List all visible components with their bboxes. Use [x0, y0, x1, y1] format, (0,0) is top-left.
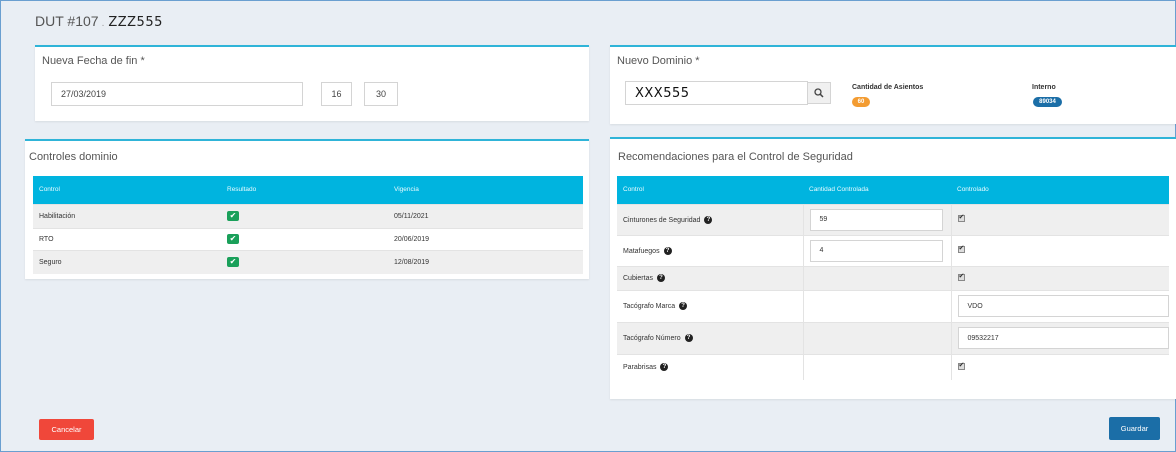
help-icon[interactable]: ? — [660, 363, 669, 372]
controles-panel-title: Controles dominio — [29, 151, 118, 163]
search-icon — [814, 88, 824, 98]
column-header: Cantidad Controlada — [803, 176, 951, 204]
controlado-checkbox[interactable] — [957, 272, 965, 281]
control-label: Parabrisas — [623, 364, 657, 372]
control-cell: Cinturones de Seguridad ? — [617, 203, 803, 235]
table-row: Cubiertas ? — [617, 265, 1169, 290]
table-row: Seguro ✔ 12/08/2019 — [33, 249, 583, 274]
dominio-input[interactable]: XXX555 — [625, 81, 808, 105]
fecha-minute-input[interactable]: 30 — [364, 82, 398, 106]
cancel-button[interactable]: Cancelar — [39, 419, 94, 440]
help-icon[interactable]: ? — [663, 246, 672, 255]
vigencia-cell: 20/06/2019 — [388, 227, 583, 250]
cantidad-cell — [802, 289, 951, 322]
controlado-checkbox[interactable] — [957, 361, 965, 370]
help-icon[interactable]: ? — [656, 274, 665, 282]
recomendaciones-table: Control Cantidad Controlada Controlado C… — [617, 176, 1169, 380]
table-header-row: Control Resultado Vigencia — [33, 176, 583, 204]
controlado-cell — [950, 353, 1169, 380]
fecha-panel: Nueva Fecha de fin * 27/03/2019 16 30 — [35, 45, 589, 121]
control-cell: Tacógrafo Marca ? — [617, 289, 803, 322]
column-header: Control — [33, 176, 221, 204]
page-header: DUT #107 . ZZZ555 — [35, 13, 163, 33]
control-cell: Habilitación — [33, 203, 221, 228]
recomendaciones-panel: Recomendaciones para el Control de Segur… — [610, 137, 1176, 399]
table-row: Matafuegos ? 4 — [617, 234, 1169, 266]
vigencia-cell: 12/08/2019 — [388, 249, 583, 274]
table-row: Tacógrafo Número ? 09532217 — [617, 321, 1169, 354]
table-row: RTO ✔ 20/06/2019 — [33, 227, 583, 250]
dominio-panel-title: Nuevo Dominio * — [617, 55, 700, 67]
table-header-row: Control Cantidad Controlada Controlado — [617, 176, 1169, 204]
check-icon: ✔ — [227, 211, 239, 221]
control-label: Cubiertas — [623, 274, 653, 282]
cantidad-input[interactable]: 4 — [809, 239, 943, 262]
cantidad-cell — [802, 353, 951, 380]
cantidad-cell: 59 — [802, 203, 951, 235]
cantidad-input[interactable]: 59 — [809, 208, 943, 231]
control-cell: Seguro — [33, 249, 221, 274]
interno-badge: 89034 — [1033, 97, 1062, 107]
controlado-cell — [950, 234, 1169, 266]
check-icon: ✔ — [227, 234, 239, 244]
cantidad-cell — [802, 321, 951, 354]
search-button[interactable] — [807, 82, 831, 104]
vigencia-cell: 05/11/2021 — [388, 203, 583, 228]
cantidad-cell — [802, 265, 951, 290]
dut-number: DUT #107 — [35, 13, 99, 29]
table-row: Tacógrafo Marca ? VDO — [617, 289, 1169, 322]
recomendaciones-panel-title: Recomendaciones para el Control de Segur… — [618, 151, 853, 163]
table-row: Cinturones de Seguridad ? 59 — [617, 203, 1169, 235]
dominio-panel: Nuevo Dominio * XXX555 Cantidad de Asien… — [610, 45, 1176, 124]
controles-panel: Controles dominio Control Resultado Vige… — [25, 139, 589, 279]
tacografo-marca-input[interactable]: VDO — [957, 295, 1169, 317]
interno-label: Interno — [1032, 84, 1056, 91]
resultado-cell: ✔ — [221, 227, 388, 250]
table-row: Parabrisas ? — [617, 353, 1169, 380]
column-header: Vigencia — [388, 176, 583, 204]
controlado-cell — [950, 203, 1169, 235]
header-separator: . — [101, 18, 105, 29]
control-label: Tacógrafo Marca — [623, 302, 676, 310]
fecha-date-input[interactable]: 27/03/2019 — [51, 82, 303, 106]
control-cell: RTO — [33, 227, 221, 250]
resultado-cell: ✔ — [221, 249, 388, 274]
help-icon[interactable]: ? — [679, 302, 688, 310]
check-icon: ✔ — [227, 257, 239, 268]
control-cell: Matafuegos ? — [617, 234, 803, 266]
controlado-checkbox[interactable] — [957, 244, 965, 253]
control-cell: Cubiertas ? — [617, 265, 803, 290]
control-label: Cinturones de Seguridad — [623, 216, 701, 224]
control-label: Tacógrafo Número — [623, 334, 681, 342]
help-icon[interactable]: ? — [684, 334, 693, 342]
column-header: Resultado — [221, 176, 388, 204]
controlado-cell: VDO — [950, 289, 1169, 322]
save-button[interactable]: Guardar — [1109, 417, 1160, 440]
controlado-cell — [950, 265, 1169, 290]
asientos-label: Cantidad de Asientos — [852, 84, 924, 91]
table-row: Habilitación ✔ 05/11/2021 — [33, 203, 583, 228]
asientos-badge: 60 — [852, 97, 870, 107]
cantidad-cell: 4 — [802, 234, 951, 266]
tacografo-numero-input[interactable]: 09532217 — [957, 327, 1169, 349]
current-plate: ZZZ555 — [108, 15, 163, 30]
control-label: Matafuegos — [623, 247, 660, 255]
help-icon[interactable]: ? — [704, 215, 713, 224]
resultado-cell: ✔ — [221, 203, 388, 228]
fecha-hour-input[interactable]: 16 — [321, 82, 352, 106]
fecha-panel-title: Nueva Fecha de fin * — [42, 55, 145, 67]
control-cell: Tacógrafo Número ? — [617, 321, 803, 354]
control-cell: Parabrisas ? — [617, 353, 803, 380]
controles-table: Control Resultado Vigencia Habilitación … — [33, 176, 583, 274]
column-header: Controlado — [951, 176, 1169, 204]
controlado-checkbox[interactable] — [957, 213, 965, 222]
controlado-cell: 09532217 — [950, 321, 1169, 354]
column-header: Control — [617, 176, 803, 204]
